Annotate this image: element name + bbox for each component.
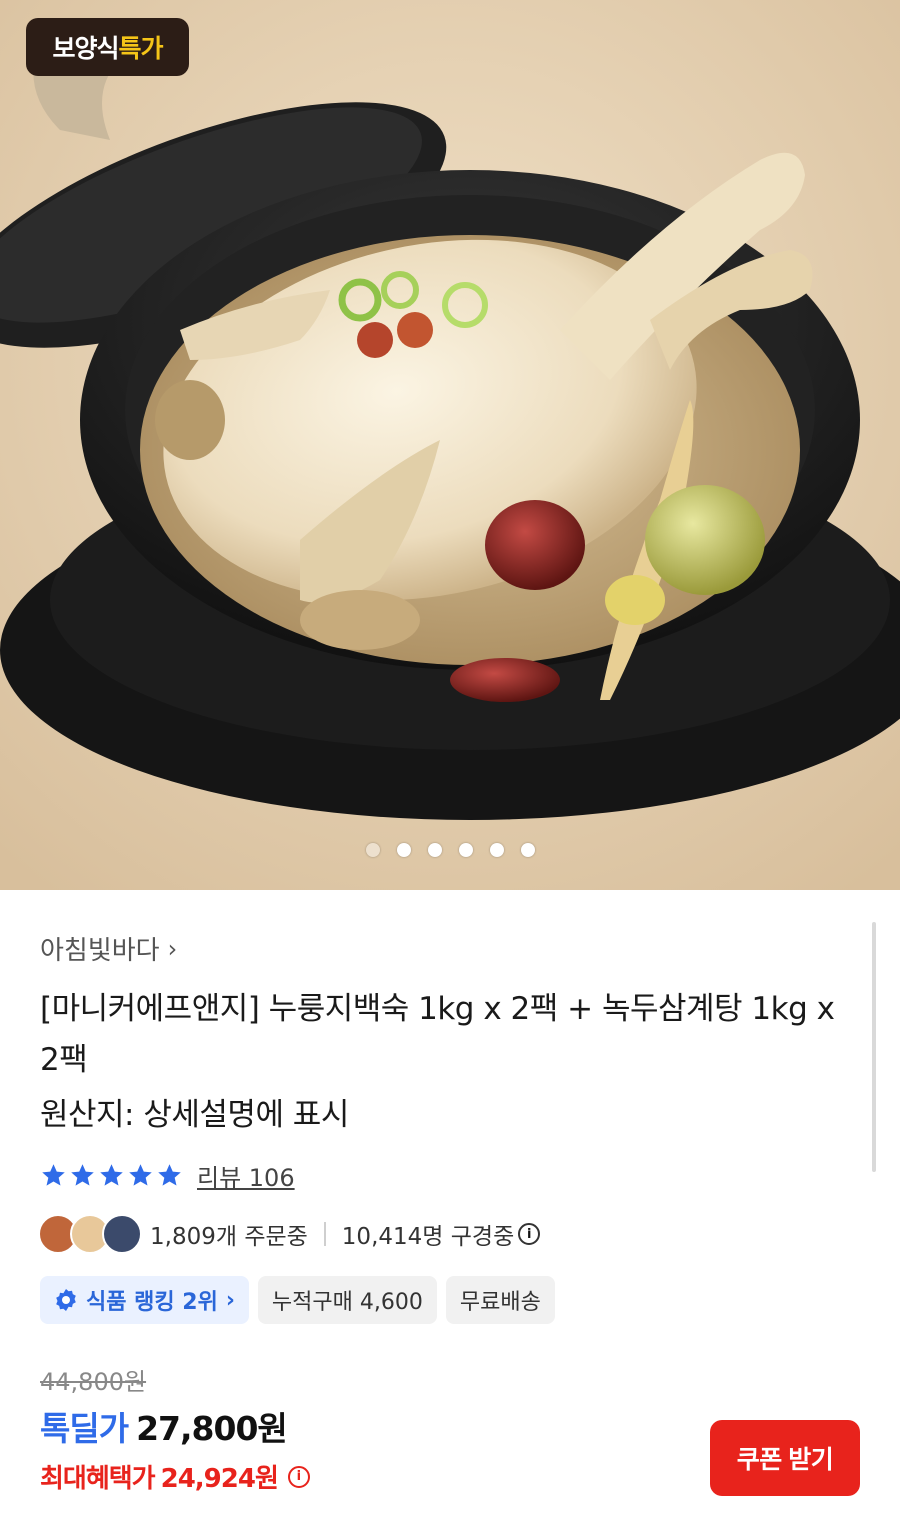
carousel-indicators [366,843,535,857]
order-count: 1,809개 주문중 [150,1224,308,1250]
carousel-dot[interactable] [490,843,504,857]
seller-link[interactable]: 아침빛바다 › [40,930,177,967]
deal-price-row: 톡딜가 27,800원 [40,1402,288,1450]
chevron-right-icon: › [167,934,178,963]
carousel-dot[interactable] [397,843,411,857]
star-icon [100,1164,123,1186]
carousel-dot[interactable] [366,843,380,857]
product-origin: 원산지: 상세설명에 표시 [40,1097,349,1133]
info-icon[interactable]: i [287,1465,310,1488]
carousel-dot[interactable] [428,843,442,857]
avatar [102,1214,142,1254]
max-benefit-label: 최대혜택가 [40,1464,156,1494]
product-chips: 식품 랭킹 2위 › 누적구매 4,600 무료배송 [40,1276,555,1324]
product-title: [마니커에프앤지] 누룽지백숙 1kg x 2팩 + 녹두삼계탕 1kg x 2… [40,991,835,1078]
carousel-dot[interactable] [521,843,535,857]
ranking-chip[interactable]: 식품 랭킹 2위 › [40,1276,249,1324]
promo-badge-text-2: 특가 [118,34,164,63]
deal-price: 27,800원 [136,1409,288,1448]
seller-name: 아침빛바다 [40,936,160,966]
cumulative-purchase-chip: 누적구매 4,600 [257,1276,437,1324]
get-coupon-button[interactable]: 쿠폰 받기 [710,1420,860,1496]
carousel-dot[interactable] [459,843,473,857]
max-benefit-row: 최대혜택가 24,924원 i [40,1458,310,1495]
product-photo [0,0,900,890]
scrollbar[interactable] [872,922,876,1172]
star-icon [158,1164,181,1186]
promo-badge: 보양식 특가 [26,18,189,76]
free-shipping-chip: 무료배송 [445,1276,555,1324]
star-icon [129,1164,152,1186]
star-icon [71,1164,94,1186]
promo-badge-text-1: 보양식 [52,34,119,63]
star-icon [42,1164,65,1186]
buyer-avatars [38,1214,142,1254]
original-price: 44,800원 [40,1368,147,1396]
chevron-right-icon: › [225,1287,235,1313]
viewer-count: 10,414명 구경중 [341,1224,515,1250]
order-stats: 1,809개 주문중 10,414명 구경중 i [38,1214,541,1254]
star-rating [40,1162,183,1189]
rating-row[interactable]: 리뷰 106 [40,1158,295,1193]
info-icon[interactable]: i [518,1223,541,1245]
product-image-carousel[interactable]: 보양식 특가 [0,0,900,890]
max-benefit-price: 24,924원 [160,1464,279,1494]
review-count-link[interactable]: 리뷰 106 [197,1158,295,1193]
divider [323,1222,326,1246]
ranking-chip-label: 식품 랭킹 2위 [86,1290,218,1315]
deal-price-label: 톡딜가 [40,1409,129,1448]
badge-icon [56,1289,76,1311]
